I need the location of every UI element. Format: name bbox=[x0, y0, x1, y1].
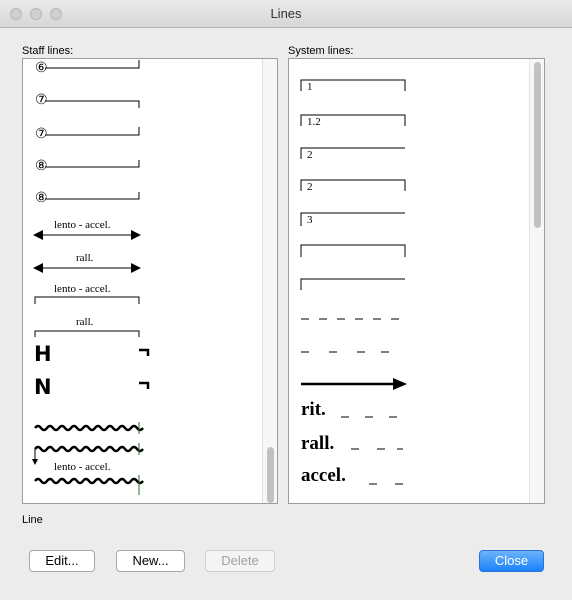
staff-list-scroll-thumb[interactable] bbox=[267, 447, 274, 503]
selected-line-label: Line bbox=[22, 514, 43, 526]
staff-item-glyph: N bbox=[34, 375, 52, 399]
system-item-text: rall. bbox=[301, 433, 335, 454]
staff-lines-list[interactable]: ⑥ ⑦ ⑦ ⑧ ⑧ lento - accel. rall. lento - a… bbox=[22, 58, 278, 504]
staff-list-scrollbar[interactable] bbox=[262, 59, 277, 503]
system-item-text: 1 bbox=[307, 81, 313, 93]
staff-item-text: rall. bbox=[76, 252, 94, 264]
system-item-text: rit. bbox=[301, 399, 326, 420]
system-item-text: 2 bbox=[307, 181, 313, 193]
system-list-scroll-thumb[interactable] bbox=[534, 62, 541, 228]
system-item-text: accel. bbox=[301, 465, 346, 486]
staff-item-glyph: ⑥ bbox=[35, 61, 48, 76]
system-lines-list[interactable]: 1 1.2 2 2 3 rit. rall. accel. bbox=[288, 58, 545, 504]
system-item-text: 3 bbox=[307, 214, 313, 226]
edit-button[interactable]: Edit... bbox=[29, 550, 95, 572]
staff-item-text: lento - accel. bbox=[54, 219, 111, 231]
staff-item-glyph: ⑧ bbox=[35, 191, 48, 206]
system-item-text: 2 bbox=[307, 149, 313, 161]
staff-lines-canvas bbox=[32, 60, 150, 495]
system-list-scrollbar[interactable] bbox=[529, 59, 544, 503]
staff-item-glyph: ⑧ bbox=[35, 159, 48, 174]
staff-lines-label: Staff lines: bbox=[22, 45, 74, 57]
title-bar: Lines bbox=[0, 0, 572, 28]
delete-button[interactable]: Delete bbox=[205, 550, 275, 572]
new-button[interactable]: New... bbox=[116, 550, 185, 572]
system-item-text: 1.2 bbox=[307, 116, 321, 128]
system-lines-label: System lines: bbox=[288, 45, 354, 57]
staff-item-glyph: H bbox=[34, 342, 52, 366]
staff-item-text: rall. bbox=[76, 316, 94, 328]
staff-item-text: lento - accel. bbox=[54, 283, 111, 295]
staff-item-glyph: ⑦ bbox=[35, 93, 48, 108]
window-title: Lines bbox=[270, 6, 302, 21]
staff-item-text: lento - accel. bbox=[54, 461, 111, 473]
staff-item-glyph: ⑦ bbox=[35, 127, 48, 142]
close-button[interactable]: Close bbox=[479, 550, 544, 572]
